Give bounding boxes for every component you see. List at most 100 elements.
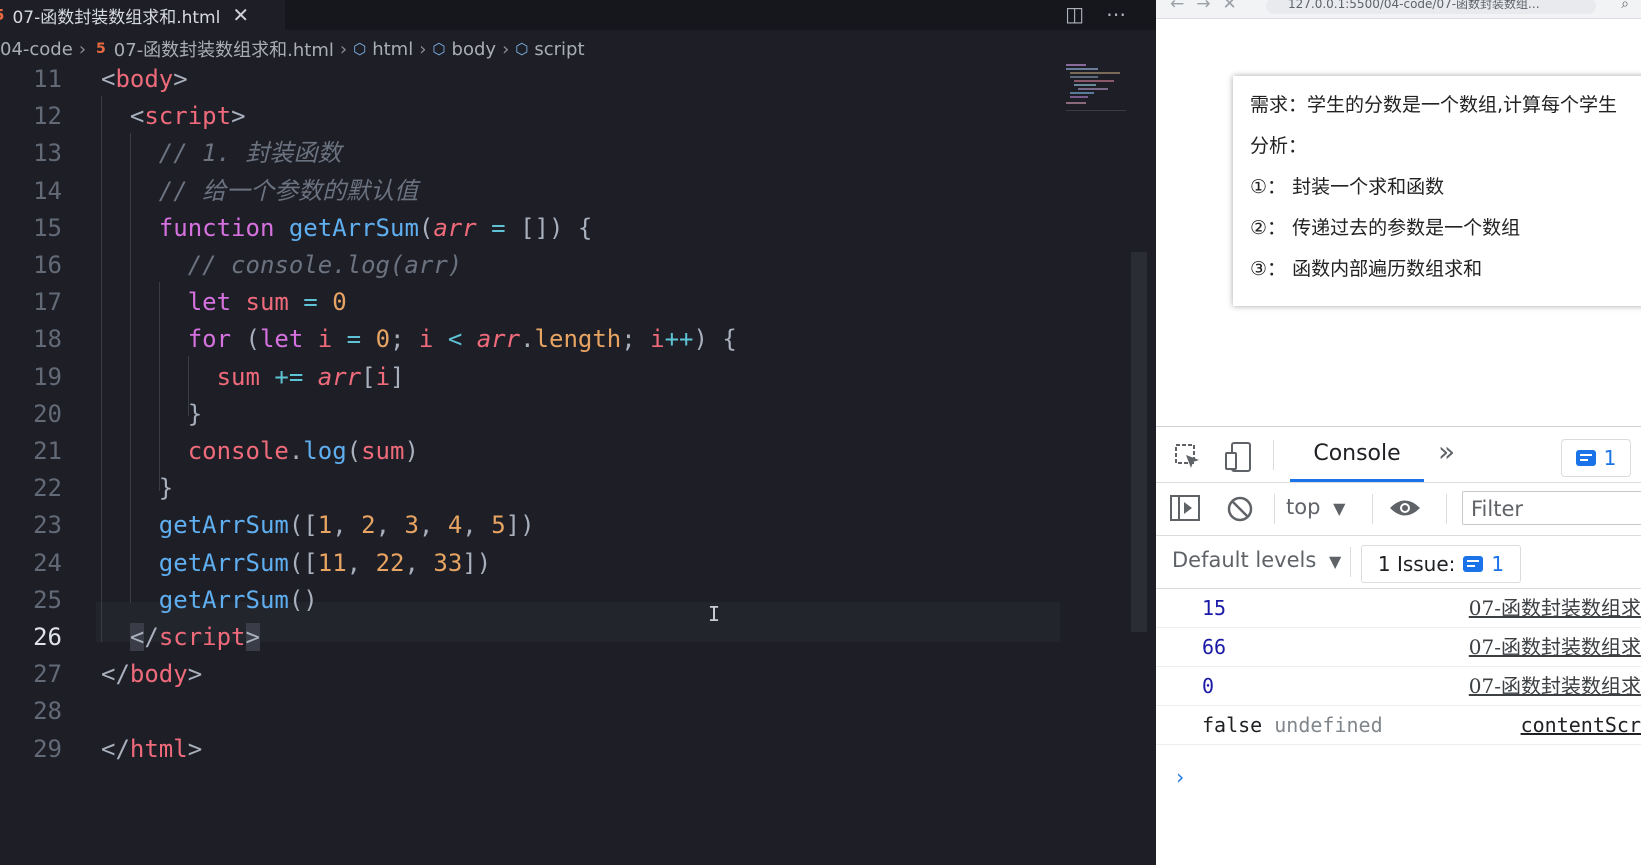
line-number: 15 [33, 213, 62, 242]
inspect-element-icon[interactable] [1174, 443, 1202, 471]
analysis-step-3: ③： 函数内部遍历数组求和 [1250, 258, 1483, 280]
line-number: 13 [33, 139, 62, 168]
code-line[interactable]: 28 [0, 692, 1060, 731]
code-token: // 给一个参数的默认值 [101, 176, 419, 205]
split-editor-icon[interactable]: ◫ [1065, 2, 1084, 26]
code-line[interactable]: 25 getArrSum() [0, 581, 1060, 620]
back-forward-reload-icons[interactable]: ←→✕ [1170, 0, 1249, 14]
console-source-link[interactable]: 07-函数封装数组求 [1469, 628, 1641, 666]
sidebar-toggle-icon[interactable] [1170, 495, 1200, 521]
toolbar-divider [1350, 547, 1351, 577]
code-token: let [259, 325, 318, 354]
console-value: 15 [1202, 596, 1227, 620]
code-line[interactable]: 19 sum += arr[i] [0, 358, 1060, 397]
breadcrumb-folder[interactable]: 04-code [0, 39, 73, 60]
line-number: 16 [33, 251, 62, 279]
devtools-tabs: Console » 1 [1156, 427, 1641, 483]
console-row: 0 07-函数封装数组求 [1156, 667, 1641, 706]
code-token: script [158, 623, 246, 651]
code-line[interactable]: 15 function getArrSum(arr = []) { [0, 209, 1060, 248]
console-prompt[interactable]: › [1174, 765, 1186, 789]
close-icon[interactable]: ✕ [232, 3, 249, 27]
code-token: < [433, 325, 477, 354]
code-token: </ [101, 734, 130, 763]
code-token: []) { [520, 213, 593, 242]
code-line[interactable]: 20 } [0, 395, 1060, 434]
code-text: // 给一个参数的默认值 [101, 172, 418, 211]
code-text: getArrSum([1, 2, 3, 4, 5]) [101, 506, 535, 545]
code-line[interactable]: 17 let sum = 0 [0, 283, 1060, 322]
code-line[interactable]: 11 <body> [0, 60, 1060, 99]
device-toggle-icon[interactable] [1224, 441, 1254, 473]
clear-console-icon[interactable] [1226, 495, 1254, 523]
code-token: sum [101, 362, 260, 391]
html5-icon: 5 [96, 41, 106, 57]
console-source-link[interactable]: 07-函数封装数组求 [1469, 667, 1641, 705]
breadcrumb-html[interactable]: html [372, 39, 413, 60]
code-line[interactable]: 29 </html> [0, 730, 1060, 769]
dropdown-arrow-icon: ▼ [1333, 499, 1346, 518]
code-token: sum [361, 437, 405, 465]
code-text: console.log(sum) [101, 432, 419, 471]
code-token: = [476, 213, 521, 242]
code-line[interactable]: 27 </body> [0, 655, 1060, 694]
line-number: 12 [33, 102, 62, 131]
code-token: sum [245, 288, 289, 317]
breadcrumb-file[interactable]: 07-函数封装数组求和.html [114, 36, 334, 62]
code-line[interactable]: 24 getArrSum([11, 22, 33]) [0, 544, 1060, 583]
code-token: , [346, 548, 376, 577]
search-icon[interactable]: ⌕ [1621, 0, 1629, 12]
code-line[interactable]: 22 } [0, 469, 1060, 508]
line-number: 26 [33, 623, 62, 651]
code-token: ) [404, 437, 419, 465]
code-line[interactable]: 16 // console.log(arr) [0, 246, 1060, 285]
code-line[interactable]: 18 for (let i = 0; i < arr.length; i++) … [0, 320, 1060, 359]
tab-console[interactable]: Console [1290, 441, 1424, 482]
editor-scrollbar[interactable] [1131, 252, 1147, 632]
code-token: < [101, 65, 116, 93]
code-line[interactable]: 14 // 给一个参数的默认值 [0, 172, 1060, 211]
editor-tab[interactable]: 5 07-函数封装数组求和.html ✕ [0, 0, 285, 30]
code-token: i [650, 325, 665, 354]
messages-badge[interactable]: 1 [1561, 439, 1631, 477]
code-token: ([ [288, 511, 318, 540]
eye-icon[interactable] [1388, 497, 1422, 519]
code-token: arr [476, 325, 521, 354]
console-value-undefined: undefined [1274, 713, 1383, 737]
code-token: += [259, 362, 318, 391]
code-editor[interactable]: 5 07-函数封装数组求和.html ✕ ◫ ⋯ 04-code › 5 07-… [0, 0, 1156, 865]
filter-input[interactable]: Filter [1462, 491, 1641, 525]
address-bar[interactable]: 127.0.0.1:5500/04-code/07-函数封装数组... [1266, 0, 1596, 14]
code-token: ]) [505, 511, 535, 540]
breadcrumb-body[interactable]: body [452, 39, 497, 60]
analysis-step-2: ②： 传递过去的参数是一个数组 [1250, 217, 1521, 239]
console-source-link[interactable]: contentScr [1521, 706, 1641, 744]
code-token: let [101, 288, 246, 317]
code-text: // console.log(arr) [101, 246, 463, 285]
code-line[interactable]: 21 console.log(sum) [0, 432, 1060, 471]
levels-value: Default levels [1172, 548, 1317, 572]
more-actions-icon[interactable]: ⋯ [1106, 2, 1126, 26]
issues-button[interactable]: 1 Issue: 1 [1361, 545, 1521, 583]
code-line[interactable]: 26 </script> [0, 618, 1060, 657]
code-line[interactable]: 23 getArrSum([1, 2, 3, 4, 5]) [0, 506, 1060, 545]
code-line[interactable]: 12 <script> [0, 97, 1060, 136]
code-token: < [101, 102, 145, 131]
more-tabs-icon[interactable]: » [1438, 435, 1455, 468]
levels-select[interactable]: Default levels ▼ [1172, 548, 1341, 572]
code-token: 11 [317, 548, 347, 577]
code-token: ; [621, 325, 651, 354]
code-token: , [462, 511, 492, 540]
line-number: 22 [33, 474, 62, 503]
line-number: 21 [33, 437, 62, 465]
console-source-link[interactable]: 07-函数封装数组求 [1469, 589, 1641, 627]
context-select[interactable]: top ▼ [1286, 495, 1345, 519]
breadcrumb-script[interactable]: script [534, 39, 584, 60]
minimap[interactable] [1064, 62, 1129, 122]
code-text: } [101, 395, 202, 434]
code-token: [ [361, 362, 376, 391]
console-value: 66 [1202, 635, 1227, 659]
line-number: 23 [33, 511, 62, 540]
code-line[interactable]: 13 // 1. 封装函数 [0, 134, 1060, 173]
line-number: 24 [33, 548, 62, 577]
